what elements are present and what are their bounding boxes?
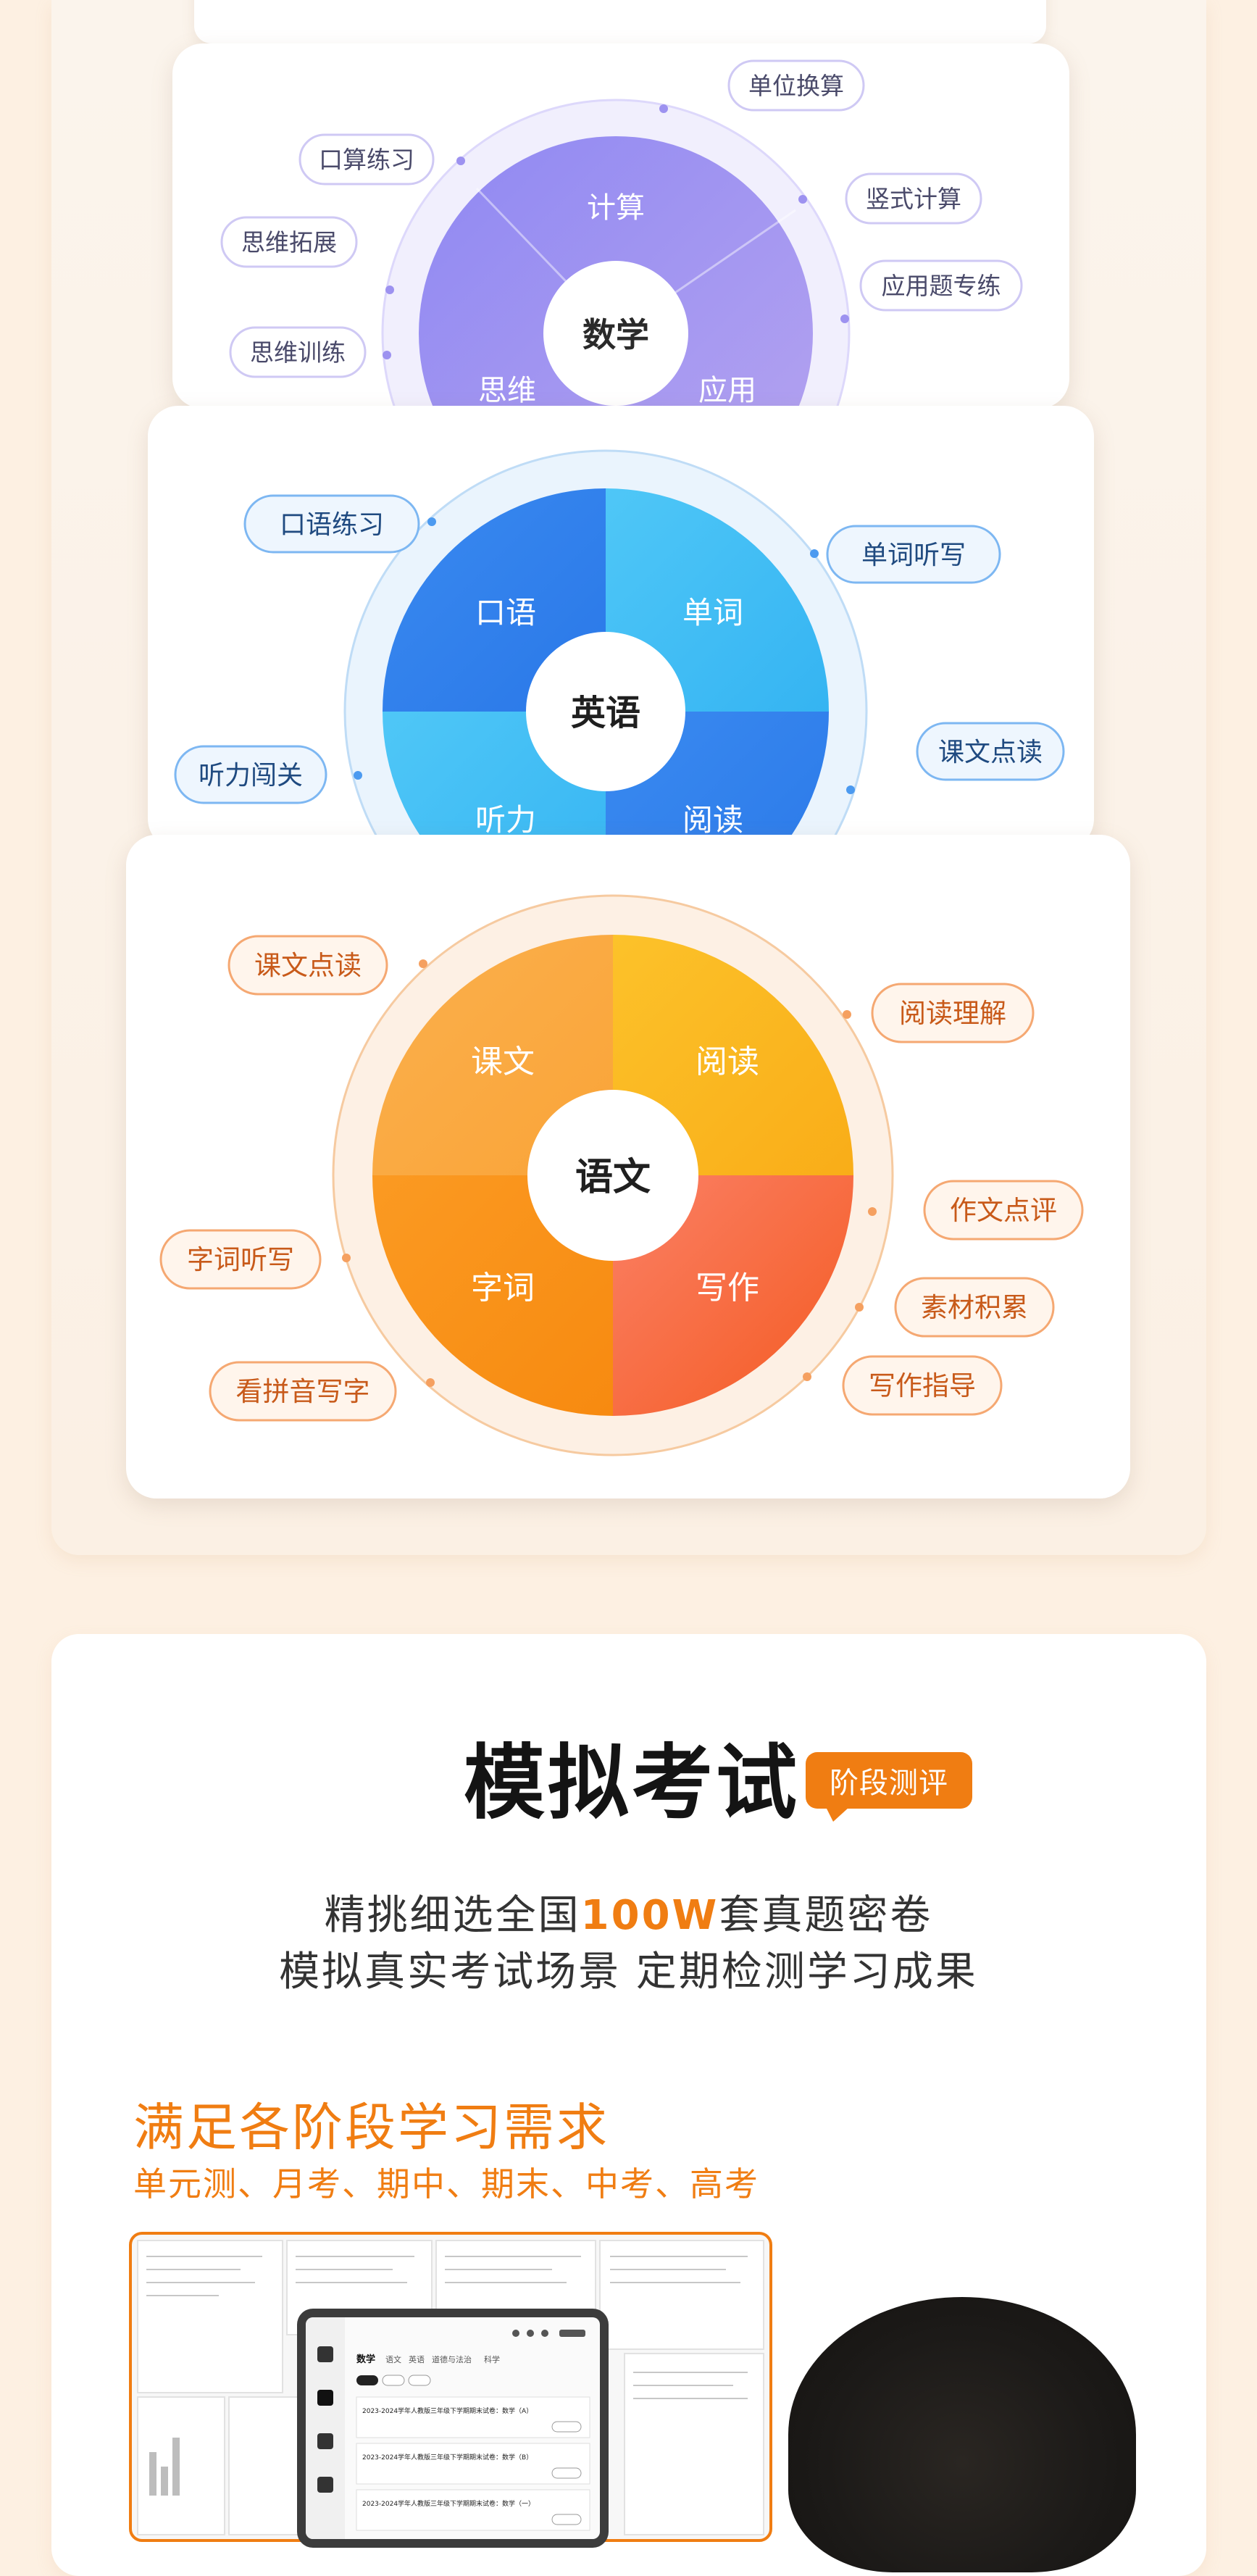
- svg-text:口算练习: 口算练习: [319, 146, 414, 174]
- chinese-segment-writing: 写作: [696, 1270, 759, 1306]
- device-list-item[interactable]: 2023-2024学年人教版三年级下学期期末试卷：数学（B）: [356, 2443, 590, 2485]
- math-tag-mental-arithmetic[interactable]: 口算练习: [298, 133, 435, 186]
- math-tag-thinking-train[interactable]: 思维训练: [229, 326, 367, 378]
- exam-title: 模拟考试: [464, 1736, 800, 1830]
- english-segment-listen: 听力: [475, 802, 536, 838]
- device-tab-morality[interactable]: 道德与法治: [432, 2354, 472, 2364]
- exam-description-line1: 精挑细选全国100W套真题密卷: [0, 1883, 1257, 1941]
- previous-card-edge: [194, 0, 1046, 43]
- english-tag-listening[interactable]: 听力闯关: [174, 745, 327, 804]
- math-tag-unit-conversion[interactable]: 单位换算: [727, 59, 865, 112]
- math-center-label: 数学: [582, 315, 649, 354]
- desc1-highlight: 100W: [580, 1892, 719, 1939]
- svg-text:思维拓展: 思维拓展: [241, 228, 337, 257]
- svg-text:看拼音写字: 看拼音写字: [236, 1376, 370, 1407]
- desc1-suffix: 套真题密卷: [719, 1892, 933, 1939]
- english-tag-speaking[interactable]: 口语练习: [243, 494, 420, 554]
- device-nav-icon: [317, 2433, 333, 2449]
- svg-text:单词听写: 单词听写: [861, 541, 966, 570]
- child-photo: [788, 2297, 1136, 2572]
- math-segment-apply: 应用: [698, 374, 756, 407]
- math-tag-word-problem[interactable]: 应用题专练: [859, 259, 1023, 312]
- math-card: 数学 计算 思维 应用 单位换算 口算练习 竖式计算 思维拓展 应用题专练 思维…: [172, 43, 1069, 409]
- svg-text:竖式计算: 竖式计算: [866, 185, 961, 213]
- chinese-card: 语文 课文 阅读 字词 写作 课文点读 阅读理解 作文点评 字词听写 素材积累 …: [126, 835, 1130, 1499]
- svg-text:单位换算: 单位换算: [748, 72, 844, 100]
- math-segment-calc: 计算: [587, 191, 645, 225]
- english-segment-read: 阅读: [682, 802, 743, 838]
- device-tab-english[interactable]: 英语: [409, 2354, 425, 2364]
- device-nav-icon-active: [317, 2390, 333, 2406]
- svg-text:2023-2024学年人教版三年级下学期期末试卷：数学（A）: 2023-2024学年人教版三年级下学期期末试卷：数学（A）: [362, 2406, 533, 2415]
- english-tag-text-reading[interactable]: 课文点读: [916, 722, 1065, 781]
- chinese-tag-pinyin-writing[interactable]: 看拼音写字: [209, 1361, 397, 1422]
- chinese-tag-text-reading[interactable]: 课文点读: [227, 935, 388, 996]
- math-tag-vertical-calc[interactable]: 竖式计算: [845, 172, 982, 225]
- svg-text:思维训练: 思维训练: [250, 338, 346, 367]
- svg-text:口语练习: 口语练习: [280, 510, 384, 540]
- device-mockup: 数学 语文 英语 道德与法治 科学 2023-2024学年人教版三年级下学期期末…: [297, 2309, 609, 2548]
- chinese-tag-writing-guide[interactable]: 写作指导: [842, 1355, 1003, 1416]
- chinese-segment-text: 课文: [471, 1043, 535, 1080]
- stage-subtitle: 单元测、月考、期中、期末、中考、高考: [133, 2164, 759, 2204]
- svg-text:2023-2024学年人教版三年级下学期期末试卷：数学（B）: 2023-2024学年人教版三年级下学期期末试卷：数学（B）: [362, 2453, 533, 2462]
- device-tab-chinese[interactable]: 语文: [385, 2354, 401, 2364]
- device-tab-science[interactable]: 科学: [484, 2354, 500, 2364]
- device-list-item[interactable]: 2023-2024学年人教版三年级下学期期末试卷：数学（一）: [356, 2489, 590, 2531]
- svg-text:听力闯关: 听力闯关: [199, 761, 303, 791]
- svg-text:阅读理解: 阅读理解: [899, 998, 1006, 1029]
- svg-text:作文点评: 作文点评: [950, 1195, 1057, 1226]
- chinese-segment-reading: 阅读: [696, 1043, 759, 1080]
- chinese-tag-reading-comprehension[interactable]: 阅读理解: [871, 983, 1035, 1043]
- chinese-segment-words: 字词: [471, 1270, 535, 1306]
- device-nav-icon: [317, 2346, 333, 2362]
- device-screen: 数学 语文 英语 道德与法治 科学 2023-2024学年人教版三年级下学期期末…: [306, 2317, 600, 2539]
- chinese-tag-essay-review[interactable]: 作文点评: [923, 1180, 1084, 1241]
- english-segment-oral: 口语: [475, 595, 536, 630]
- stage-title: 满足各阶段学习需求: [133, 2098, 609, 2157]
- exam-description-line2: 模拟真实考试场景 定期检测学习成果: [279, 1948, 978, 1996]
- math-segment-thinking: 思维: [478, 374, 536, 407]
- desc1-prefix: 精挑细选全国: [324, 1892, 581, 1939]
- svg-text:2023-2024学年人教版三年级下学期期末试卷：数学（一）: 2023-2024学年人教版三年级下学期期末试卷：数学（一）: [362, 2499, 535, 2508]
- device-list-item[interactable]: 2023-2024学年人教版三年级下学期期末试卷：数学（A）: [356, 2396, 590, 2438]
- device-nav-icon: [317, 2477, 333, 2493]
- svg-text:课文点读: 课文点读: [254, 950, 362, 981]
- chinese-center-label: 语文: [575, 1156, 651, 1199]
- english-segment-word: 单词: [682, 595, 743, 630]
- svg-text:素材积累: 素材积累: [921, 1292, 1028, 1323]
- svg-text:字词听写: 字词听写: [187, 1244, 294, 1275]
- chinese-tag-material-accumulation[interactable]: 素材积累: [894, 1277, 1055, 1338]
- english-center-label: 英语: [571, 693, 640, 733]
- svg-text:课文点读: 课文点读: [938, 738, 1043, 767]
- svg-text:应用题专练: 应用题专练: [882, 272, 1001, 300]
- device-tab-math[interactable]: 数学: [356, 2354, 375, 2365]
- exam-badge: 阶段测评: [806, 1752, 972, 1822]
- math-tag-thinking-expand[interactable]: 思维拓展: [220, 216, 358, 268]
- english-tag-dictation[interactable]: 单词听写: [826, 525, 1001, 584]
- english-card: 英语 口语 单词 听力 阅读 口语练习 单词听写 课文点读 听力闯关: [148, 406, 1094, 849]
- chinese-tag-word-dictation[interactable]: 字词听写: [159, 1229, 322, 1290]
- svg-text:写作指导: 写作指导: [869, 1370, 976, 1401]
